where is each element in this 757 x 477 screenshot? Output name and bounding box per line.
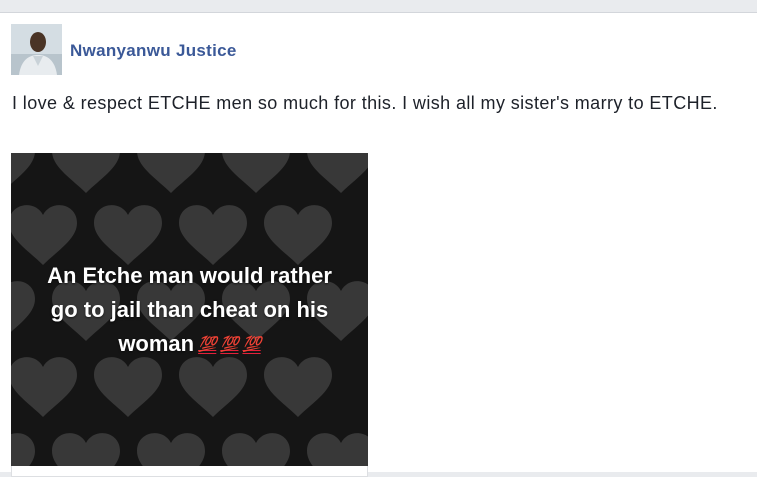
author-name[interactable]: Nwanyanwu Justice — [70, 41, 237, 61]
post-card: Nwanyanwu Justice I love & respect ETCHE… — [0, 12, 757, 477]
caption-line-3: woman 💯 💯 💯 — [11, 327, 368, 362]
hundred-points-icon: 💯 — [220, 336, 239, 353]
hundred-points-icon: 💯 — [198, 336, 217, 353]
post-text: I love & respect ETCHE men so much for t… — [12, 93, 718, 113]
hundred-points-icon: 💯 — [242, 336, 261, 353]
image-attachment-footer — [11, 466, 368, 477]
post-image[interactable]: An Etche man would rather go to jail tha… — [11, 153, 368, 466]
caption-line-3-text: woman — [118, 331, 195, 356]
caption-line-2: go to jail than cheat on his — [50, 297, 329, 322]
caption-line-1: An Etche man would rather — [47, 263, 332, 288]
avatar-image — [11, 24, 62, 75]
author-avatar[interactable] — [11, 24, 62, 75]
image-caption: An Etche man would rather go to jail tha… — [11, 259, 368, 362]
